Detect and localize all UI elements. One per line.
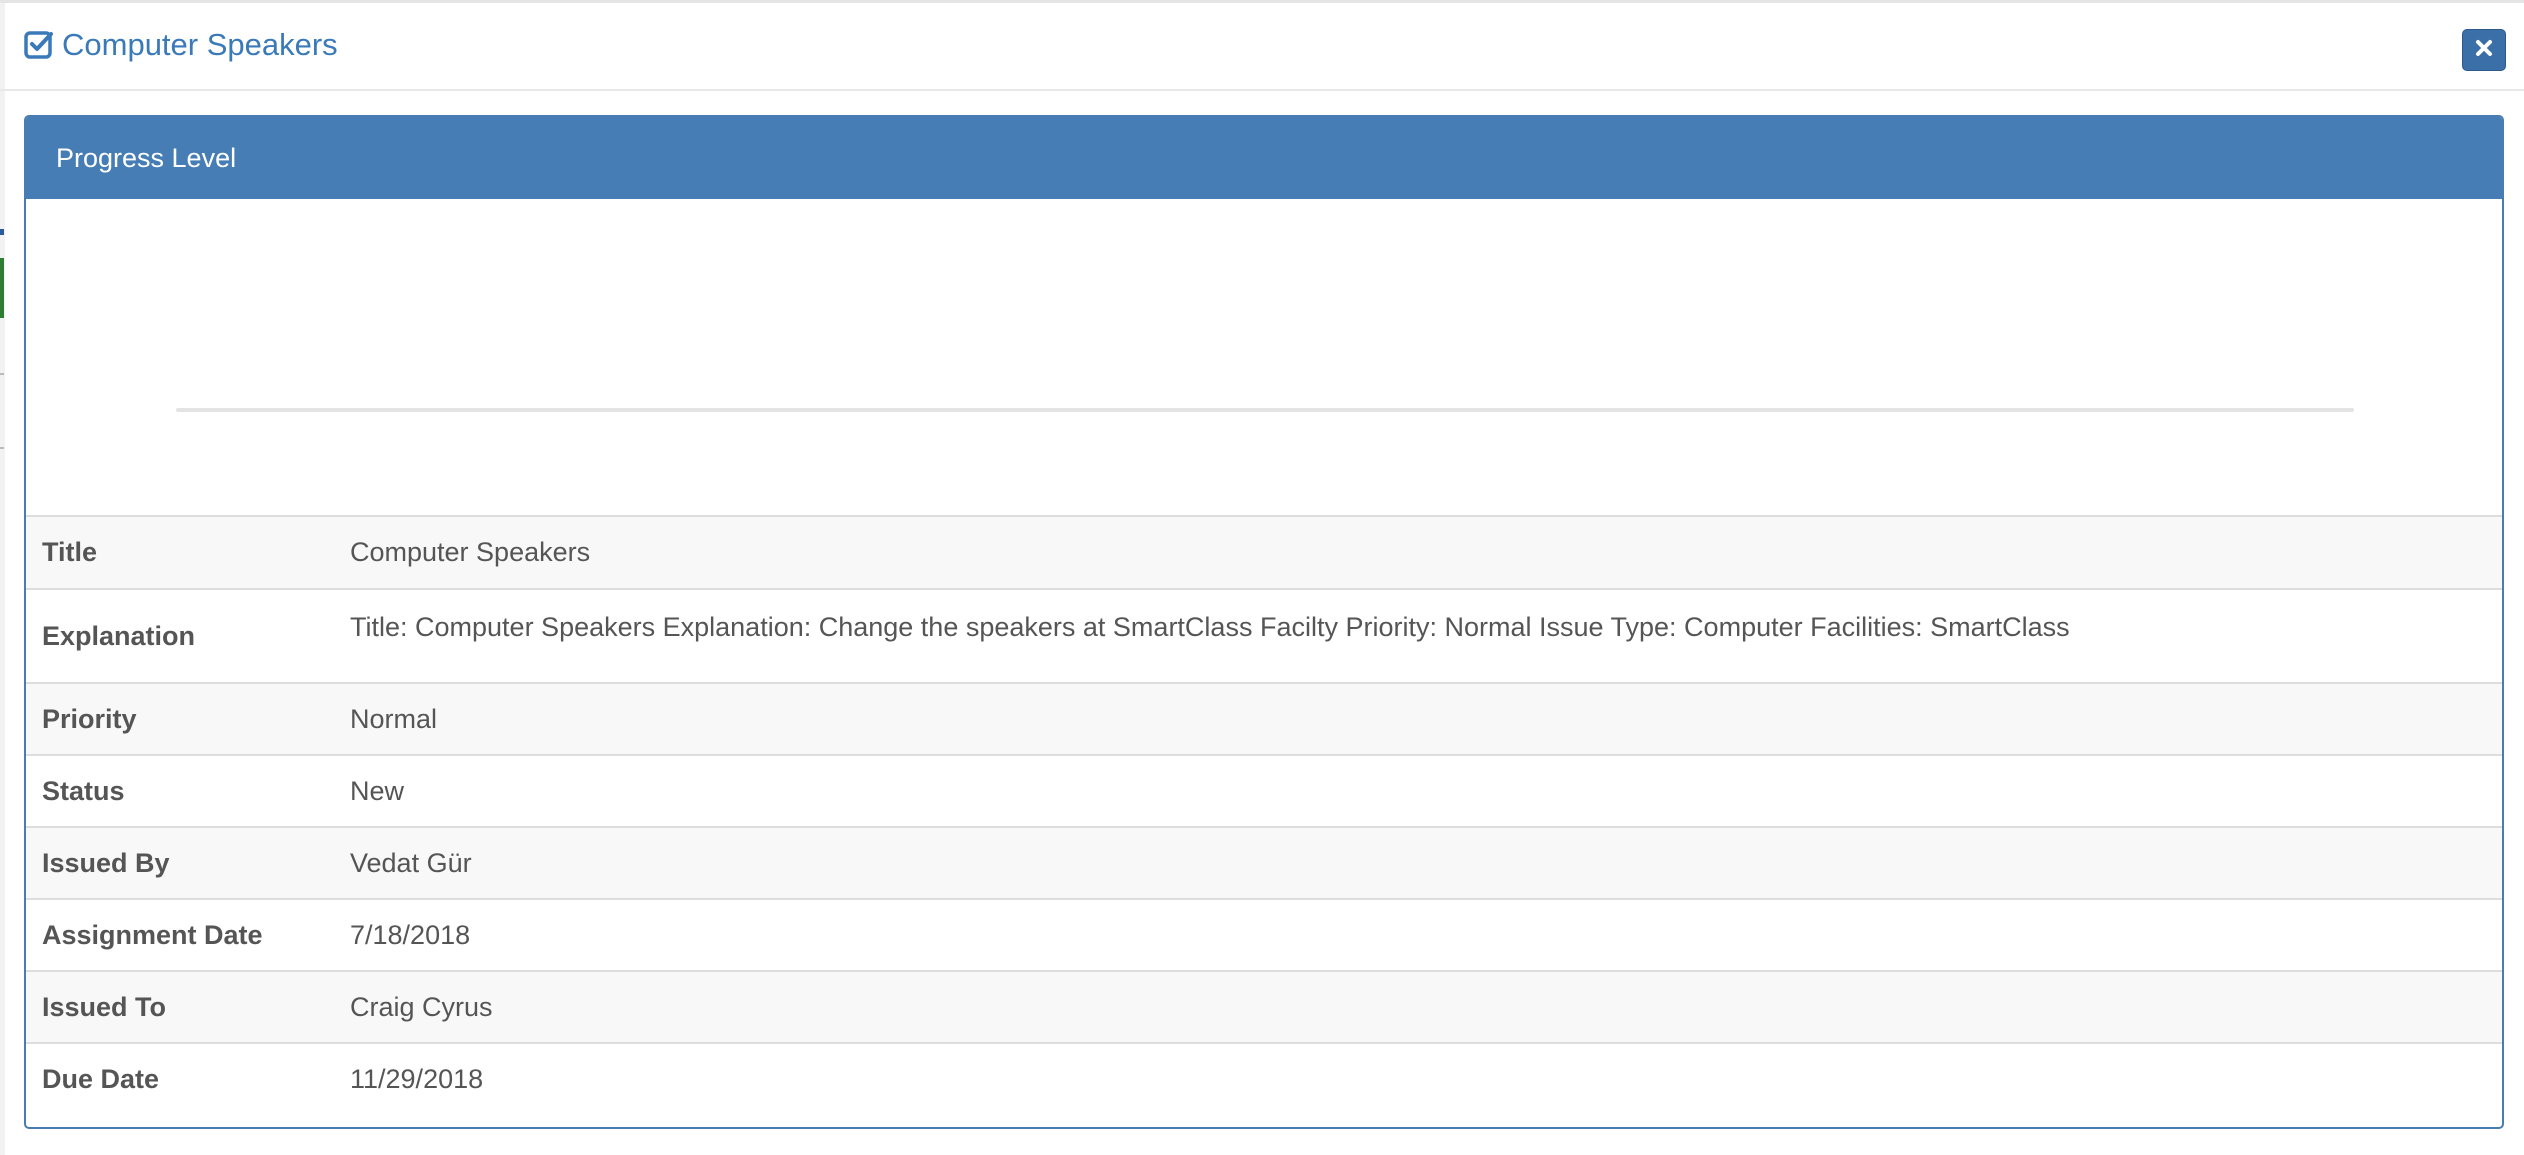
table-row: Issued To Craig Cyrus (26, 971, 2502, 1043)
row-label: Issued To (42, 991, 167, 1022)
close-icon (2475, 39, 2493, 62)
close-button[interactable] (2462, 29, 2506, 71)
modal-title-text: Computer Speakers (62, 27, 338, 62)
table-row: Title Computer Speakers (26, 517, 2502, 589)
row-value: New (350, 775, 405, 806)
progress-area (26, 199, 2502, 517)
modal-title: Computer Speakers (24, 27, 338, 63)
table-row: Assignment Date 7/18/2018 (26, 899, 2502, 971)
row-value: Computer Speakers (350, 537, 591, 567)
row-label: Due Date (42, 1064, 160, 1094)
row-label: Priority (42, 703, 137, 734)
table-row: Status New (26, 755, 2502, 827)
row-label: Issued By (42, 847, 170, 878)
row-value: 7/18/2018 (350, 919, 471, 950)
table-row: Due Date 11/29/2018 (26, 1043, 2502, 1115)
table-row: Issued By Vedat Gür (26, 827, 2502, 899)
check-square-icon (24, 30, 54, 60)
row-value: Vedat Gür (350, 847, 472, 878)
row-value: 11/29/2018 (350, 1064, 484, 1094)
row-label: Explanation (42, 620, 196, 651)
task-modal: Computer Speakers Progress Level Title Co… (0, 0, 2524, 1155)
details-table: Title Computer Speakers Explanation Title: … (26, 517, 2502, 1115)
modal-header: Computer Speakers (0, 3, 2524, 91)
table-row: Explanation Title: Computer Speakers Expl… (26, 589, 2502, 683)
progress-bar (176, 408, 2354, 412)
progress-panel: Progress Level Title Computer Speakers Exp… (24, 115, 2504, 1129)
row-value: Title: Computer Speakers Explanation: Ch… (350, 612, 2070, 642)
table-row: Priority Normal (26, 683, 2502, 755)
panel-heading: Progress Level (26, 117, 2502, 199)
background-page-edge (0, 3, 5, 1155)
row-label: Title (42, 537, 98, 567)
row-value: Normal (350, 703, 438, 734)
row-value: Craig Cyrus (350, 991, 493, 1022)
row-label: Assignment Date (42, 919, 263, 950)
row-label: Status (42, 775, 125, 806)
